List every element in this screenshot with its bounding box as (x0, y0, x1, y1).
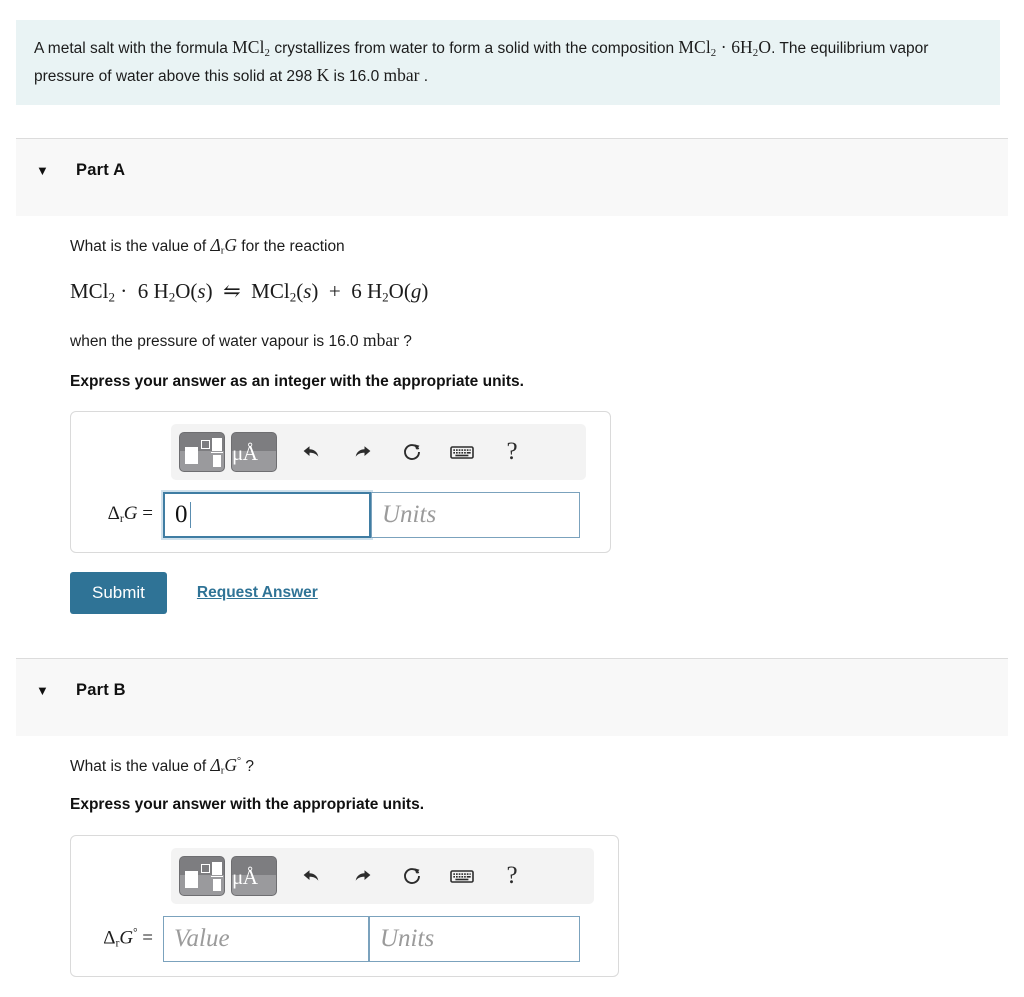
reset-icon[interactable] (391, 432, 433, 472)
help-label: ? (506, 862, 518, 890)
part-header-b[interactable]: ▼ Part B (16, 658, 1008, 736)
help-icon[interactable]: ? (491, 856, 533, 896)
math-toolbar-a: μÅ ? (171, 423, 586, 480)
problem-statement-banner: A metal salt with the formula MCl2 cryst… (16, 20, 1000, 105)
reset-icon[interactable] (391, 856, 433, 896)
condition-a-unit: mbar (362, 329, 399, 350)
statement-segment-5: . (419, 67, 429, 85)
part-header-a-inner: ▼ Part A (16, 161, 125, 180)
units-input-a[interactable]: Units (371, 491, 580, 538)
statement-segment-4: is 16.0 (329, 67, 384, 85)
redo-icon[interactable] (341, 432, 383, 472)
question-b-suffix: ? (241, 758, 254, 775)
instruction-a: Express your answer as an integer with t… (70, 372, 524, 390)
chevron-down-icon[interactable]: ▼ (36, 684, 62, 697)
action-row-a: Submit Request Answer (70, 571, 670, 614)
units-template-button[interactable]: μÅ (231, 855, 277, 896)
text-cursor (189, 501, 191, 528)
part-header-a[interactable]: ▼ Part A (16, 138, 1008, 216)
condition-a-suffix: ? (398, 332, 412, 350)
statement-segment-2: crystallizes from water to form a solid … (270, 40, 679, 57)
delta-r-g-symbol: ΔrG (210, 235, 237, 257)
help-label: ? (506, 438, 518, 466)
question-text-b: What is the value of ΔrG° ? (70, 752, 670, 779)
answer-label-a: ΔrG = (107, 503, 153, 526)
undo-icon[interactable] (291, 856, 333, 896)
value-input-b-placeholder: Value (174, 924, 230, 952)
value-input-b[interactable]: Value (163, 915, 369, 962)
keyboard-icon[interactable] (441, 432, 483, 472)
instruction-b: Express your answer with the appropriate… (70, 795, 425, 813)
problem-statement-text: A metal salt with the formula MCl2 cryst… (34, 34, 982, 89)
units-input-a-placeholder: Units (382, 500, 437, 528)
question-b-prefix: What is the value of (70, 758, 211, 775)
question-a-suffix: for the reaction (236, 238, 345, 255)
part-body-a: What is the value of ΔrG for the reactio… (70, 232, 670, 614)
answer-box-b: μÅ ? ΔrG° = Value Units (70, 834, 619, 977)
condition-text-a: when the pressure of water vapour is 16.… (70, 327, 670, 353)
part-title-a: Part A (76, 161, 126, 179)
statement-segment-1: A metal salt with the formula (34, 40, 233, 57)
answer-box-a: μÅ ? ΔrG = 0 Units (70, 410, 611, 553)
formula-hydrate: MCl2 · 6H2O (678, 37, 772, 60)
part-header-b-inner: ▼ Part B (16, 681, 126, 700)
units-input-b[interactable]: Units (369, 915, 580, 962)
request-answer-link[interactable]: Request Answer (197, 584, 318, 602)
question-a-prefix: What is the value of (70, 238, 211, 255)
math-template-button[interactable] (179, 855, 225, 896)
reaction-equation-a: MCl2 · 6 H2O(s) ⇋ MCl2(s) + 6 H2O(g) (70, 278, 429, 305)
units-button-label: μÅ (232, 440, 258, 465)
units-button-label: μÅ (232, 864, 258, 889)
help-icon[interactable]: ? (491, 432, 533, 472)
chevron-down-icon[interactable]: ▼ (36, 164, 62, 177)
formula-mcl2: MCl2 (232, 37, 271, 60)
keyboard-icon[interactable] (441, 856, 483, 896)
answer-label-b: ΔrG° = (103, 927, 153, 950)
units-template-button[interactable]: μÅ (231, 431, 277, 472)
submit-button[interactable]: Submit (70, 571, 167, 614)
undo-icon[interactable] (291, 432, 333, 472)
answer-row-b: ΔrG° = Value Units (85, 915, 604, 962)
pressure-unit: mbar (383, 64, 420, 85)
question-text-a: What is the value of ΔrG for the reactio… (70, 232, 670, 259)
delta-r-g-standard-symbol: ΔrG° (210, 755, 242, 777)
part-title-b: Part B (76, 681, 126, 699)
math-toolbar-b: μÅ ? (171, 847, 594, 904)
redo-icon[interactable] (341, 856, 383, 896)
value-input-a[interactable]: 0 (163, 491, 371, 538)
math-template-button[interactable] (179, 431, 225, 472)
units-input-b-placeholder: Units (380, 924, 435, 952)
condition-a-prefix: when the pressure of water vapour is 16.… (70, 332, 363, 350)
part-body-b: What is the value of ΔrG° ? Express your… (70, 752, 670, 977)
temperature-unit: K (316, 64, 330, 85)
answer-row-a: ΔrG = 0 Units (85, 491, 596, 538)
value-input-a-text: 0 (175, 500, 188, 528)
